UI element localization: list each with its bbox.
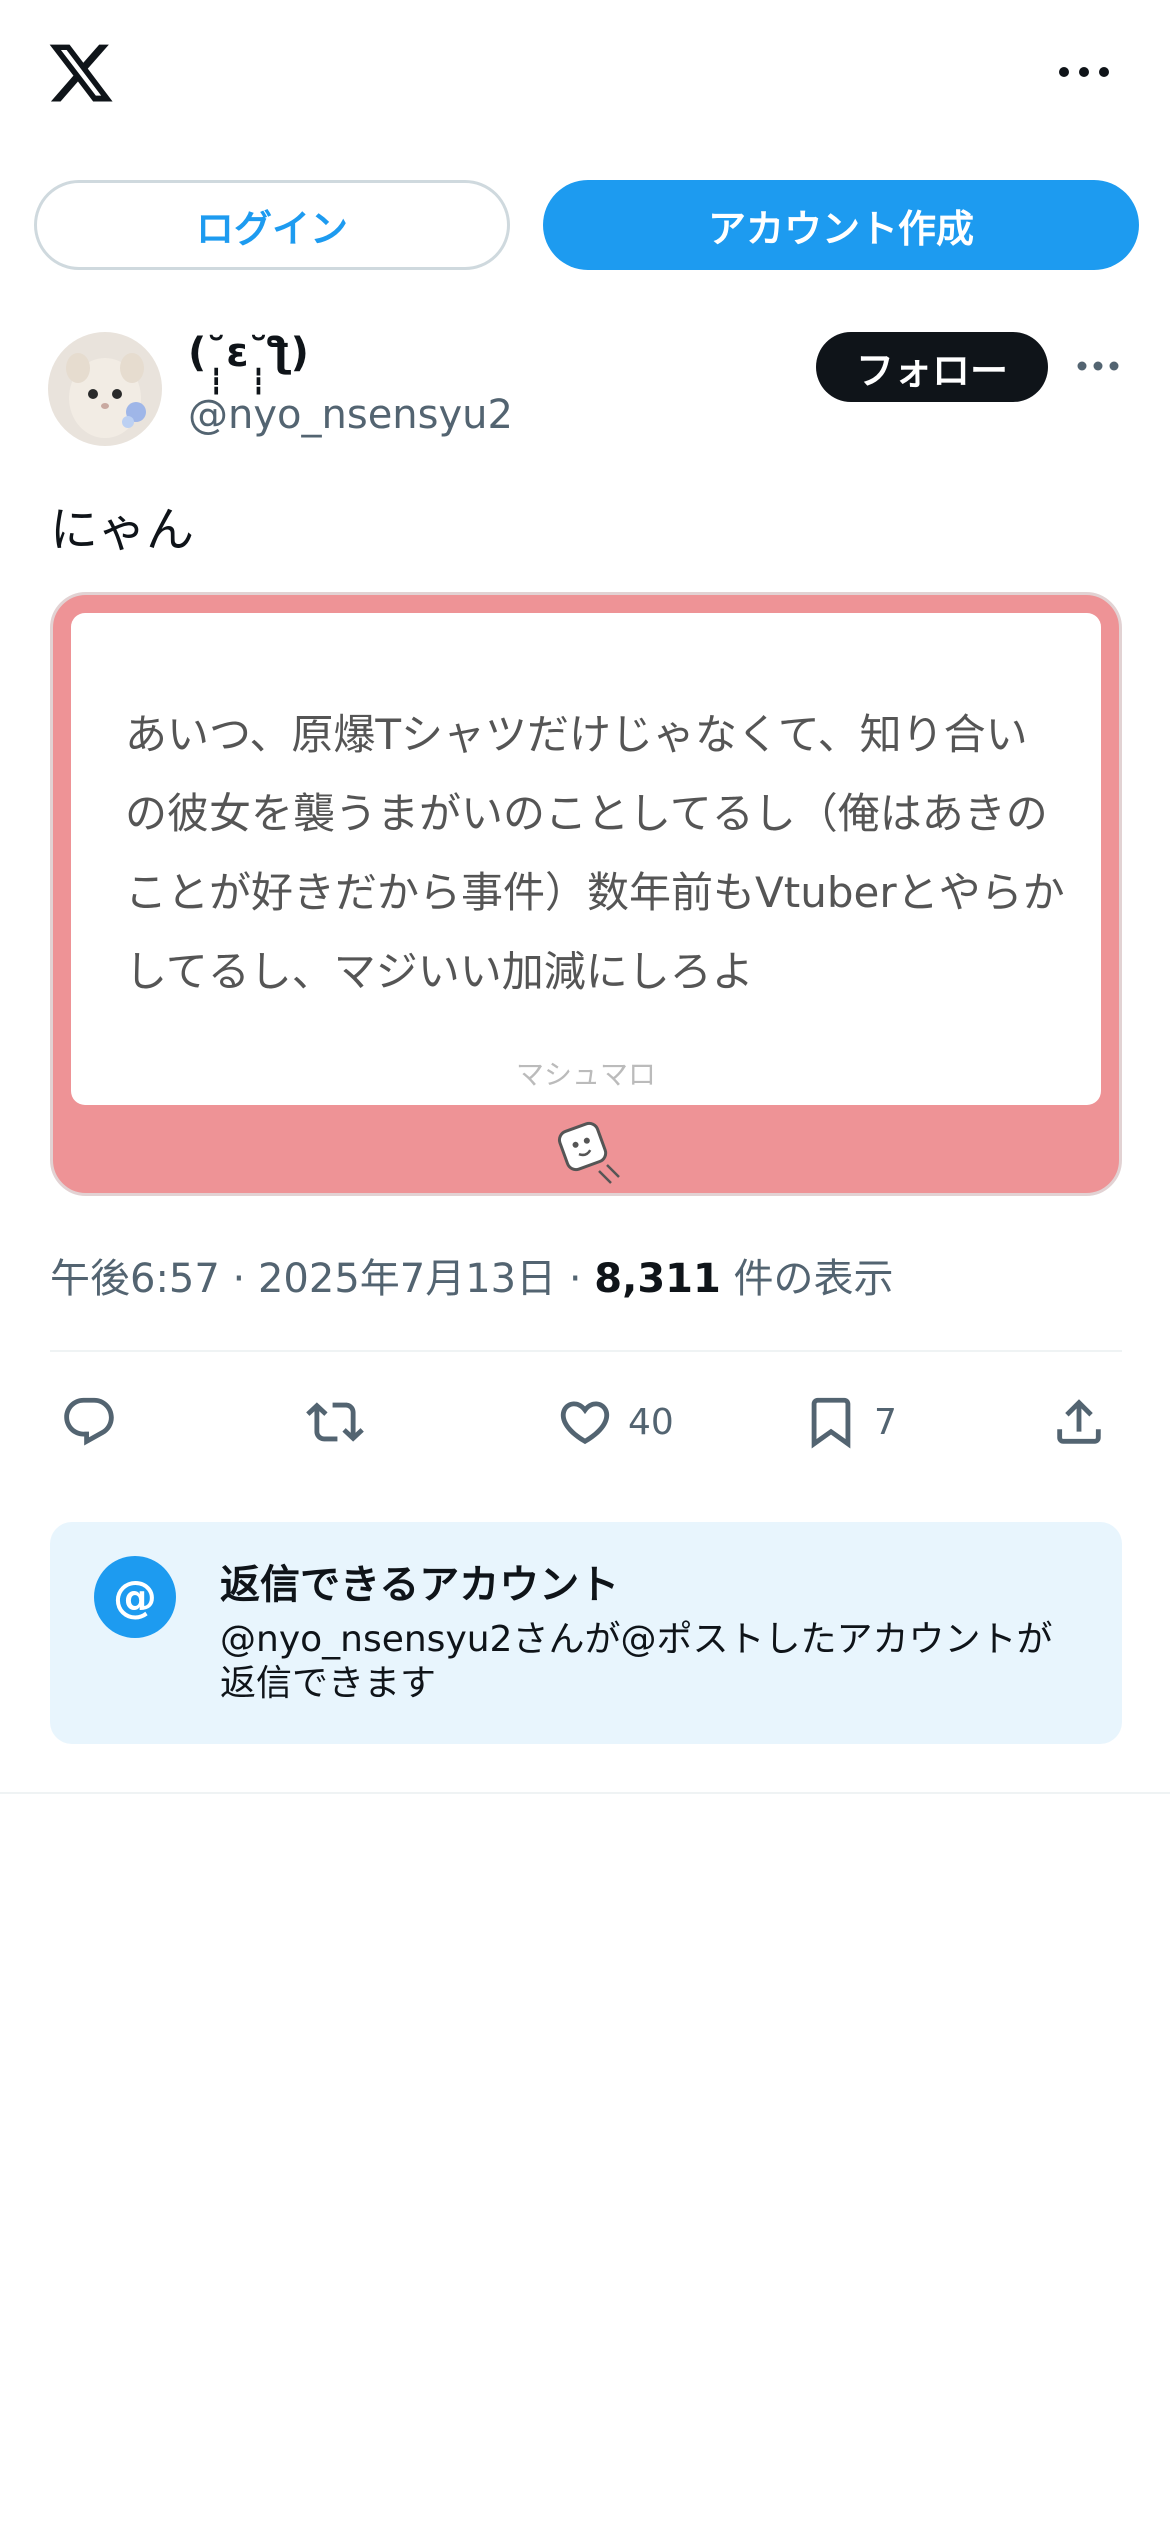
repost-button[interactable]: [306, 1390, 364, 1454]
card-message: あいつ、原爆Tシャツだけじゃなくて、知り合いの彼女を襲うまがいのことしてるし（俺…: [125, 710, 1065, 996]
card-brand-label: マシュマロ: [515, 1058, 656, 1091]
views-label: 件の表示: [733, 1256, 894, 1302]
share-icon: [1057, 1399, 1101, 1444]
card-inner: あいつ、原爆Tシャツだけじゃなくて、知り合いの彼女を襲うまがいのことしてるし（俺…: [71, 613, 1101, 1105]
more-horizontal-icon[interactable]: [1056, 58, 1112, 86]
like-button[interactable]: 40: [556, 1390, 674, 1454]
x-logo-icon[interactable]: [46, 38, 116, 108]
post-more-icon[interactable]: [1076, 354, 1120, 378]
share-button[interactable]: [1050, 1390, 1108, 1454]
divider: [0, 1792, 1170, 1794]
create-account-button[interactable]: アカウント作成: [543, 180, 1139, 270]
reply-restriction-notice: @ 返信できるアカウント @nyo_nsensyu2さんが@ポストしたアカウント…: [50, 1522, 1122, 1744]
meta-separator: ·: [568, 1256, 582, 1302]
bookmark-icon: [811, 1397, 851, 1449]
repost-icon: [306, 1402, 364, 1442]
post-date[interactable]: 2025年7月13日: [258, 1256, 556, 1302]
heart-icon: [560, 1401, 610, 1445]
post-meta: 午後6:57 · 2025年7月13日 · 8,311 件の表示: [50, 1246, 894, 1304]
login-button[interactable]: ログイン: [34, 180, 510, 270]
reply-restriction-title: 返信できるアカウント: [220, 1562, 620, 1608]
marshmallow-logo-icon: [557, 1121, 620, 1184]
follow-button[interactable]: フォロー: [816, 332, 1048, 402]
views-count: 8,311: [594, 1256, 721, 1302]
bookmark-button[interactable]: 7: [802, 1390, 897, 1454]
reply-restriction-description: @nyo_nsensyu2さんが@ポストしたアカウントが返信できます: [220, 1619, 1053, 1704]
bookmark-count: 7: [874, 1401, 897, 1443]
avatar-image: [48, 332, 162, 446]
divider: [50, 1350, 1122, 1352]
reply-button[interactable]: [60, 1390, 118, 1454]
avatar[interactable]: [48, 332, 162, 446]
meta-separator: ·: [232, 1256, 246, 1302]
user-handle[interactable]: @nyo_nsensyu2: [188, 392, 513, 438]
post-image-card[interactable]: あいつ、原爆Tシャツだけじゃなくて、知り合いの彼女を襲うまがいのことしてるし（俺…: [50, 592, 1122, 1196]
at-sign-icon: @: [94, 1556, 176, 1638]
display-name[interactable]: (˘̩̩̩ε˘̩̩̩ƪ): [188, 330, 309, 376]
post-text: にゃん: [50, 502, 195, 558]
reply-icon: [64, 1397, 114, 1446]
post-time[interactable]: 午後6:57: [50, 1256, 220, 1302]
like-count: 40: [628, 1401, 674, 1443]
top-bar: [0, 0, 1170, 150]
